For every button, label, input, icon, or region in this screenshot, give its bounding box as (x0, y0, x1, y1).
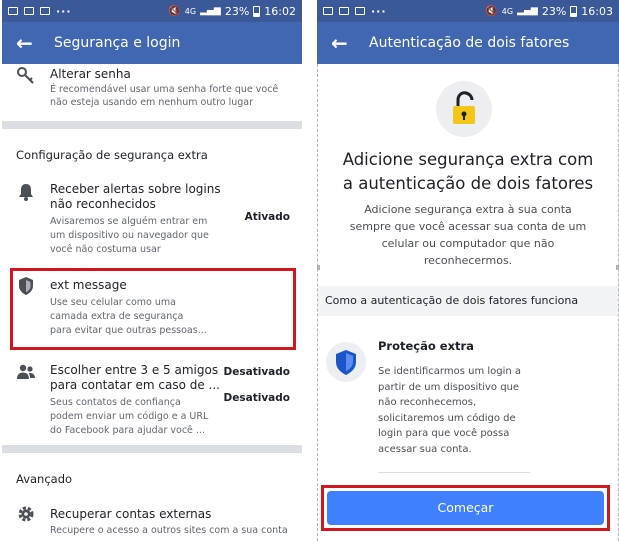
text-message-subtitle-3: para evitar que outras pessoas... (50, 325, 207, 336)
battery-icon (253, 5, 261, 17)
mute-icon: 🔇 (168, 5, 181, 17)
section-extra-security: Configuração de segurança extra (16, 148, 208, 162)
feature-desc-line-2: partir de um dispositivo que (378, 381, 520, 393)
feature-description: Se identificarmos um login a partir de u… (378, 364, 538, 457)
page-title: Autenticação de dois fatores (369, 35, 570, 51)
network-label: 4G (184, 6, 197, 16)
shield-icon (336, 350, 356, 375)
login-alerts-status: Ativado (244, 211, 290, 223)
back-arrow-icon[interactable]: ← (16, 33, 40, 53)
description-line-2: sempre que você acessar sua conta de um (349, 220, 587, 233)
login-alerts-subtitle-3: você não costuma usar (50, 244, 161, 255)
highlight-box: Começar (321, 485, 610, 531)
headline-line-1: Adicione segurança extra com (342, 150, 594, 169)
how-it-works-header: Como a autenticação de dois fatores func… (318, 286, 618, 316)
recover-external-subtitle: Recupere o acesso a outros sites com a s… (50, 525, 288, 536)
login-alerts-subtitle-2: um dispositivo ou navegador que (50, 230, 209, 241)
section-divider (2, 121, 302, 129)
bell-icon (19, 184, 33, 201)
shield-illustration (326, 342, 366, 382)
feature-desc-line-6: acessar sua conta. (378, 443, 472, 455)
recover-external-title: Recuperar contas externas (50, 507, 212, 521)
trusted-friends-subtitle-2: podem enviar um código e a URL (50, 411, 209, 422)
change-password-subtitle-2: não esteja usando em nenhum outro lugar (50, 97, 254, 108)
app-bar: ← Segurança e login (2, 22, 302, 64)
text-message-item[interactable]: ext message Use seu celular como uma cam… (2, 272, 302, 378)
description-line-1: Adicione segurança extra à sua conta (364, 203, 572, 216)
feature-divider (378, 472, 530, 473)
text-message-title: ext message (50, 278, 127, 292)
more-notifications-icon: ··· (56, 4, 72, 18)
app-bar: ← Autenticação de dois fatores (317, 22, 619, 64)
battery-percent: 23% (224, 4, 250, 18)
signal-icon: ▂▄▆ (200, 6, 221, 16)
login-alerts-item[interactable]: Receber alertas sobre logins não reconhe… (2, 176, 302, 262)
friends-icon (17, 364, 35, 379)
back-arrow-icon[interactable]: ← (331, 33, 355, 53)
clock: 16:03 (581, 4, 613, 18)
text-message-subtitle-2: camada extra de segurança (50, 311, 184, 322)
feature-desc-line-3: não reconhecemos, (378, 397, 477, 408)
shield-icon (19, 277, 33, 295)
selection-handle-left[interactable] (317, 265, 320, 270)
security-login-screen: ··· 🔇 4G ▂▄▆ 23% 16:02 ← Segurança e log… (2, 0, 302, 541)
headline-line-2: a autenticação de dois fatores (342, 174, 594, 193)
feature-desc-line-4: solicitaremos um código de (378, 412, 516, 424)
feature-title: Proteção extra (378, 339, 474, 353)
text-message-subtitle-1: Use seu celular como uma (50, 297, 176, 308)
trusted-friends-subtitle-3: do Facebook para ajudar você ... (50, 425, 205, 436)
image-notification-icon (8, 7, 18, 15)
mail-notification-icon (355, 7, 365, 15)
mail-notification-icon (40, 7, 50, 15)
change-password-subtitle-1: É recomendável usar uma senha forte que … (50, 84, 279, 95)
trusted-friends-item[interactable]: Escolher entre 3 e 5 amigos para contata… (2, 358, 302, 440)
section-advanced: Avançado (16, 472, 73, 486)
description-line-3: celular ou computador que não (381, 237, 555, 250)
status-bar: ··· 🔇 4G ▂▄▆ 23% 16:02 (2, 0, 302, 22)
login-alerts-title-1: Receber alertas sobre logins (50, 182, 221, 196)
description-line-4: reconhecermos. (423, 254, 513, 267)
key-icon (17, 67, 34, 84)
change-password-title: Alterar senha (50, 67, 131, 81)
mute-icon: 🔇 (485, 5, 498, 17)
feature-desc-line-5: login para que você possa (378, 428, 510, 439)
gear-icon (18, 506, 34, 522)
trusted-friends-title-2: para contatar em caso de ... (50, 378, 220, 392)
signal-icon: ▂▄▆ (517, 6, 538, 16)
trusted-friends-subtitle-1: Seus contatos de confiança (50, 397, 181, 408)
image-notification-icon (323, 7, 333, 15)
network-label: 4G (501, 6, 514, 16)
clock: 16:02 (264, 4, 296, 18)
login-alerts-subtitle-1: Avisaremos se alguém entrar em (50, 216, 208, 227)
change-password-item[interactable]: Alterar senha É recomendável usar uma se… (2, 64, 302, 120)
trusted-friends-title-1: Escolher entre 3 e 5 amigos (50, 363, 219, 377)
recover-external-accounts-item[interactable]: Recuperar contas externas Recupere o ace… (2, 500, 302, 541)
get-started-button[interactable]: Começar (327, 491, 604, 525)
login-alerts-title-2: não reconhecidos (50, 197, 156, 211)
page-title: Segurança e login (54, 35, 181, 51)
two-factor-screen: ··· 🔇 4G ▂▄▆ 23% 16:03 ← Autenticação de… (317, 0, 619, 541)
section-divider-2 (2, 445, 302, 453)
message-notification-icon (339, 7, 349, 15)
battery-icon (570, 5, 578, 17)
status-bar: ··· 🔇 4G ▂▄▆ 23% 16:03 (317, 0, 619, 22)
message-notification-icon (24, 7, 34, 15)
feature-desc-line-1: Se identificarmos um login a (378, 366, 522, 377)
settings-list: Alterar senha É recomendável usar uma se… (2, 64, 302, 541)
battery-percent: 23% (541, 4, 567, 18)
lock-illustration (436, 81, 492, 137)
more-notifications-icon: ··· (371, 4, 387, 18)
lock-icon (453, 91, 475, 124)
trusted-friends-status: Desativado (223, 392, 290, 404)
